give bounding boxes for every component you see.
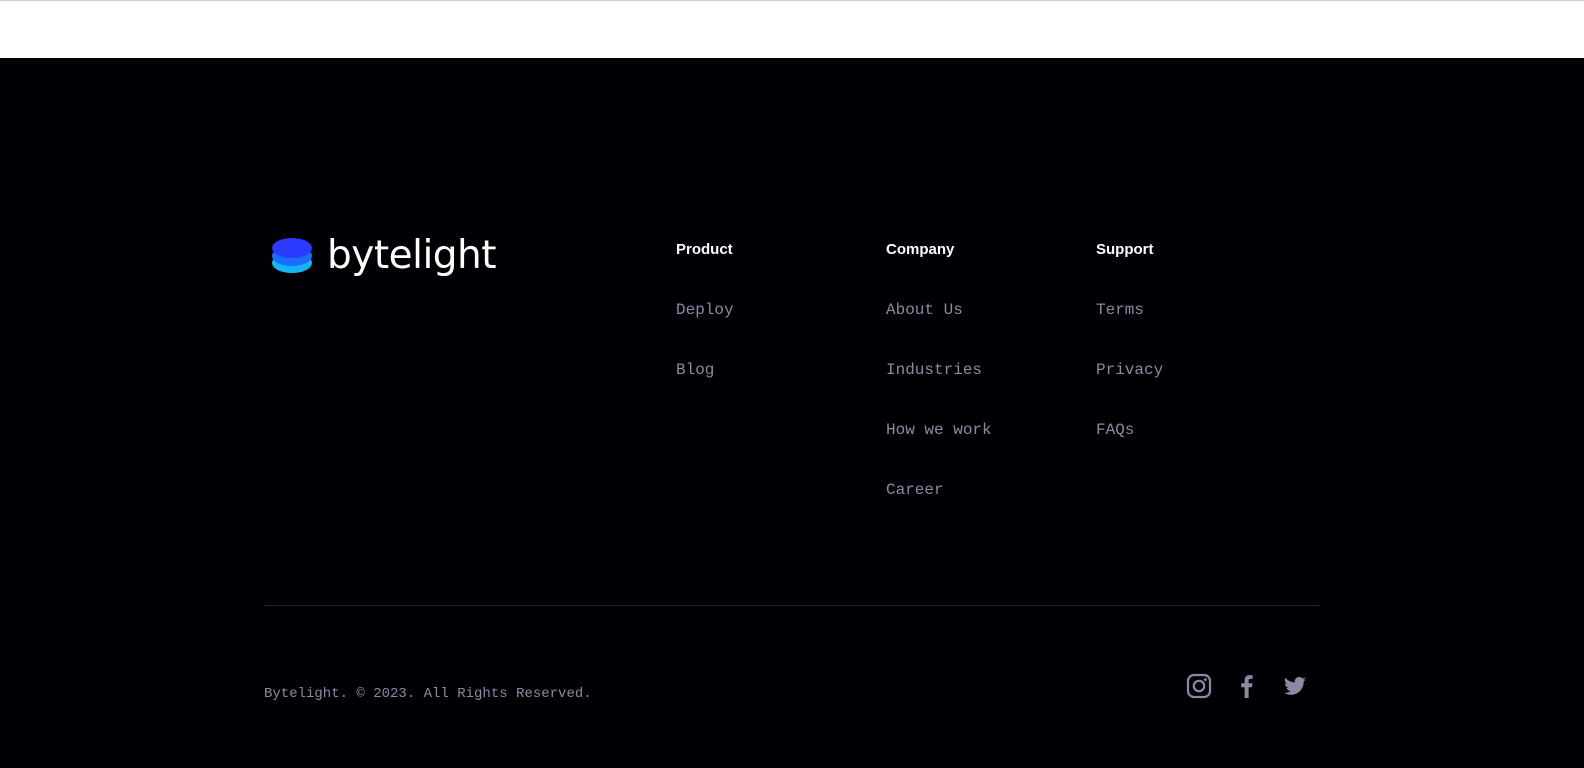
footer-column-support: Support Terms Privacy FAQs <box>1096 241 1163 481</box>
facebook-icon <box>1241 675 1253 698</box>
product-links: Deploy Blog <box>676 301 734 421</box>
footer-link-faqs[interactable]: FAQs <box>1096 421 1134 439</box>
support-links: Terms Privacy FAQs <box>1096 301 1163 481</box>
brand-name: bytelight <box>327 233 497 278</box>
twitter-icon <box>1284 677 1306 695</box>
footer-link-deploy[interactable]: Deploy <box>676 301 734 319</box>
facebook-link[interactable] <box>1234 673 1260 699</box>
footer-link-how-we-work[interactable]: How we work <box>886 421 992 439</box>
twitter-link[interactable] <box>1282 673 1308 699</box>
instagram-icon <box>1186 673 1212 699</box>
social-links <box>1186 673 1308 699</box>
footer-link-career[interactable]: Career <box>886 481 944 499</box>
site-footer: bytelight Product Deploy Blog Company Ab… <box>0 58 1584 768</box>
brand-logo-link[interactable]: bytelight <box>271 232 497 280</box>
top-strip <box>0 0 1584 58</box>
column-heading-support: Support <box>1096 241 1154 258</box>
column-heading-product: Product <box>676 241 733 258</box>
company-links: About Us Industries How we work Career <box>886 301 992 541</box>
footer-link-about-us[interactable]: About Us <box>886 301 963 319</box>
footer-link-industries[interactable]: Industries <box>886 361 982 379</box>
footer-link-blog[interactable]: Blog <box>676 361 714 379</box>
footer-divider <box>264 605 1319 606</box>
footer-column-company: Company About Us Industries How we work … <box>886 241 992 541</box>
footer-column-product: Product Deploy Blog <box>676 241 734 421</box>
bytelight-logo-icon <box>272 238 312 273</box>
footer-link-privacy[interactable]: Privacy <box>1096 361 1163 379</box>
copyright-text: Bytelight. © 2023. All Rights Reserved. <box>264 686 592 702</box>
footer-link-terms[interactable]: Terms <box>1096 301 1144 319</box>
instagram-link[interactable] <box>1186 673 1212 699</box>
column-heading-company: Company <box>886 241 955 258</box>
